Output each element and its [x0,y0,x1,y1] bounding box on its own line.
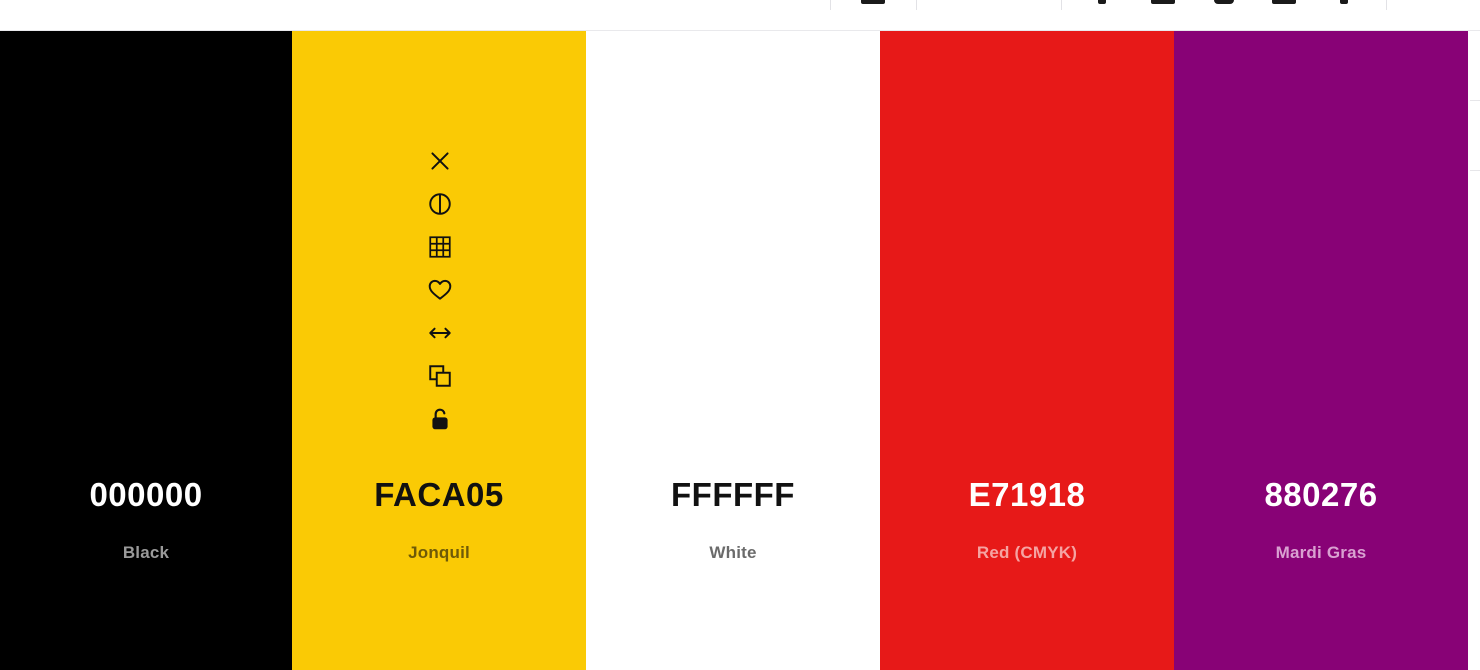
swatch-color-name[interactable]: Mardi Gras [1174,543,1468,563]
swatch-tool-column [425,139,455,440]
toolbar-view-icon[interactable] [861,0,885,4]
view-contrast-button[interactable] [425,182,455,225]
right-gutter [1470,31,1480,670]
toolbar-separator [1386,0,1387,10]
color-swatch-black[interactable]: 000000 Black [0,31,292,670]
gutter-divider [1470,170,1480,171]
remove-color-button[interactable] [425,139,455,182]
contrast-icon [429,192,451,215]
gutter-divider [1470,100,1480,101]
save-color-button[interactable] [425,268,455,311]
toolbar-separator [916,0,917,10]
toolbar-export-icon[interactable] [1151,0,1175,4]
copy-hex-button[interactable] [425,354,455,397]
swatch-color-name[interactable]: Jonquil [292,543,586,563]
swatch-hex-code[interactable]: E71918 [880,476,1174,514]
toolbar-separator [830,0,831,10]
color-swatch-mardi-gras[interactable]: 880276 Mardi Gras [1174,31,1468,670]
toolbar-camera-icon[interactable] [1214,0,1234,4]
toolbar-hint-text [100,0,480,9]
toolbar-share-icon[interactable] [1272,0,1296,4]
color-palette: 000000 Black FACA05 Jonquil FFFFFF White… [0,31,1470,670]
unlocked-icon [432,408,448,429]
color-swatch-jonquil[interactable]: FACA05 Jonquil [292,31,586,670]
swatch-color-name[interactable]: Black [0,543,292,563]
toolbar-separator [1061,0,1062,10]
swatch-hex-code[interactable]: FFFFFF [586,476,880,514]
view-shades-button[interactable] [425,225,455,268]
swatch-hex-code[interactable]: FACA05 [292,476,586,514]
top-toolbar [0,0,1480,31]
lock-color-button[interactable] [425,397,455,440]
toolbar-more-icon[interactable] [1340,0,1348,4]
toolbar-undo-icon[interactable] [1098,0,1106,4]
color-swatch-red-cmyk[interactable]: E71918 Red (CMYK) [880,31,1174,670]
color-swatch-white[interactable]: FFFFFF White [586,31,880,670]
shades-grid-icon [429,235,451,258]
close-icon [431,151,449,170]
heart-icon [428,279,452,300]
swatch-color-name[interactable]: Red (CMYK) [880,543,1174,563]
swatch-hex-code[interactable]: 000000 [0,476,292,514]
swatch-hex-code[interactable]: 880276 [1174,476,1468,514]
drag-arrows-icon [429,327,451,338]
copy-icon [429,364,451,387]
drag-color-handle[interactable] [425,311,455,354]
swatch-color-name[interactable]: White [586,543,880,563]
